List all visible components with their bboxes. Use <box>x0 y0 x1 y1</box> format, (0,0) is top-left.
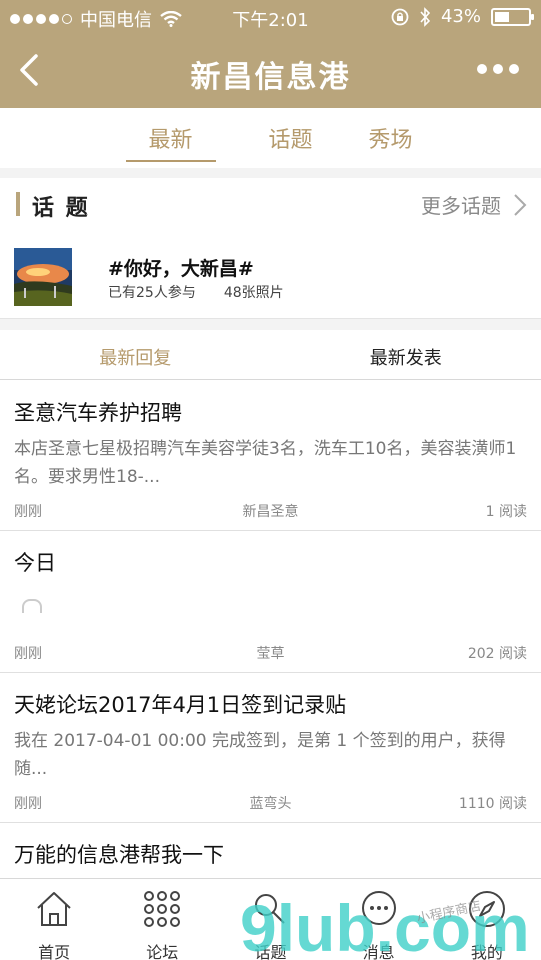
app-header: 中国电信 下午2:01 43% 新昌信息港 <box>0 0 541 108</box>
divider <box>0 168 541 178</box>
topics-section-header: 话 题 更多话题 <box>0 180 541 230</box>
bottom-tab-bar: 首页 论坛 话题 消息 我的 <box>0 878 541 960</box>
post-author: 新昌圣意 <box>242 504 299 520</box>
post-title: 天姥论坛2017年4月1日签到记录贴 <box>14 693 347 717</box>
post-reads: 202 阅读 <box>467 646 527 662</box>
battery-icon <box>491 7 534 26</box>
section-title: 话 题 <box>32 196 90 221</box>
page-title: 新昌信息港 <box>190 60 351 95</box>
tabbar-label: 论坛 <box>146 943 179 960</box>
tabbar-forum[interactable]: 论坛 <box>108 879 216 960</box>
post-reads: 1 阅读 <box>485 504 527 520</box>
tabbar-label: 首页 <box>38 943 71 960</box>
post-footer: 刚刚 莹草 202 阅读 <box>14 643 527 663</box>
battery-percent: 43% <box>440 6 481 27</box>
topic-photos: 48张照片 <box>223 285 284 301</box>
post-excerpt: 本店圣意七星极招聘汽车美容学徒3名，洗车工10名，美容装潢师1名。要求男性18-… <box>14 439 517 487</box>
post-item[interactable]: 圣意汽车养护招聘 本店圣意七星极招聘汽车美容学徒3名，洗车工10名，美容装潢师1… <box>0 381 541 531</box>
post-author: 蓝弯头 <box>249 796 292 812</box>
top-tabs: 最新 话题 秀场 <box>0 108 541 168</box>
tabbar-topics[interactable]: 话题 <box>216 879 324 960</box>
sort-tabs: 最新回复 最新发表 <box>0 330 541 380</box>
post-item[interactable]: 天姥论坛2017年4月1日签到记录贴 我在 2017-04-01 00:00 完… <box>0 673 541 823</box>
tab-latest-reply[interactable]: 最新回复 <box>0 330 271 379</box>
tabbar-me[interactable]: 我的 <box>433 879 541 960</box>
post-excerpt: 我在 2017-04-01 00:00 完成签到，是第 1 个签到的用户，获得随… <box>14 731 506 779</box>
image-placeholder-icon <box>22 599 42 613</box>
message-icon <box>361 891 396 925</box>
tabbar-label: 消息 <box>362 943 395 960</box>
topic-icon <box>255 894 286 924</box>
more-options-icon[interactable] <box>477 64 519 74</box>
tabbar-label: 话题 <box>254 943 287 960</box>
nav-bar: 新昌信息港 <box>0 34 541 108</box>
topic-item[interactable]: #你好，大新昌# 已有25人参与 48张照片 <box>0 240 541 316</box>
post-item[interactable]: 今日 刚刚 莹草 202 阅读 <box>0 531 541 673</box>
grid-icon <box>144 891 181 927</box>
post-title: 今日 <box>14 551 56 575</box>
tab-showcase[interactable]: 秀场 <box>341 108 441 168</box>
post-item[interactable]: 万能的信息港帮我一下 <box>0 823 541 878</box>
tabbar-messages[interactable]: 消息 <box>325 879 433 960</box>
post-title: 万能的信息港帮我一下 <box>14 843 224 867</box>
more-topics-link[interactable]: 更多话题 <box>421 190 501 219</box>
status-right: 43% <box>391 6 534 27</box>
topic-participants: 已有25人参与 <box>108 285 196 301</box>
status-bar: 中国电信 下午2:01 43% <box>0 0 541 34</box>
tab-topics[interactable]: 话题 <box>241 108 341 168</box>
tab-latest-post[interactable]: 最新发表 <box>271 330 541 379</box>
home-icon <box>37 892 71 926</box>
chevron-right-icon[interactable] <box>511 192 529 218</box>
rotation-lock-icon <box>391 8 409 25</box>
bluetooth-icon <box>420 6 431 27</box>
post-footer: 刚刚 蓝弯头 1110 阅读 <box>14 793 527 813</box>
tab-latest[interactable]: 最新 <box>101 108 241 168</box>
topic-name: #你好，大新昌# <box>108 258 254 280</box>
post-title: 圣意汽车养护招聘 <box>14 401 182 425</box>
tabbar-home[interactable]: 首页 <box>0 879 108 960</box>
compass-icon <box>468 891 505 927</box>
post-reads: 1110 阅读 <box>458 796 527 812</box>
topic-meta: 已有25人参与 48张照片 <box>108 282 284 302</box>
post-footer: 刚刚 新昌圣意 1 阅读 <box>14 501 527 521</box>
section-accent-bar <box>16 192 20 216</box>
topic-thumbnail <box>14 248 72 306</box>
divider <box>0 318 541 330</box>
tabbar-label: 我的 <box>470 943 503 960</box>
post-author: 莹草 <box>256 646 285 662</box>
